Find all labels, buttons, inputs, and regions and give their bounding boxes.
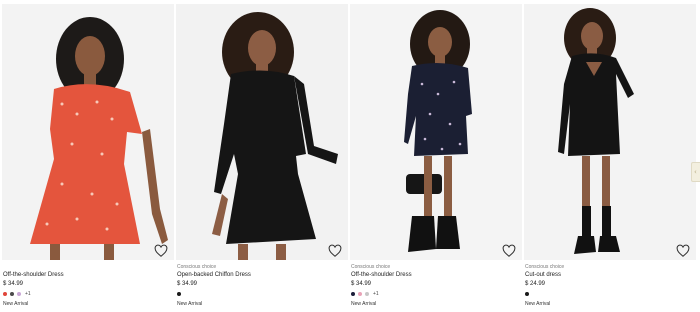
product-info: Conscious choice Cut-out dress $ 24.99 N… — [525, 264, 695, 308]
color-swatch[interactable] — [365, 292, 369, 296]
product-info: Conscious choice Open-backed Chiffon Dre… — [177, 264, 347, 308]
color-swatch[interactable] — [3, 292, 7, 296]
product-image[interactable] — [176, 4, 348, 260]
conscious-choice-tag: Conscious choice — [351, 264, 391, 270]
product-name[interactable]: Open-backed Chiffon Dress — [177, 271, 347, 279]
color-swatch[interactable] — [351, 292, 355, 296]
product-image[interactable] — [2, 4, 174, 260]
product-image[interactable] — [524, 4, 696, 260]
side-scroll-tab[interactable]: ‹ — [691, 162, 700, 182]
product-price: $ 34.99 — [351, 281, 372, 287]
product-name[interactable]: Off-the-shoulder Dress — [351, 271, 521, 279]
color-swatches — [525, 290, 695, 298]
product-info: Conscious choice Off-the-shoulder Dress … — [351, 264, 521, 308]
conscious-choice-tag: Conscious choice — [177, 264, 217, 270]
new-arrival-badge: New Arrival — [525, 301, 551, 307]
color-swatch[interactable] — [10, 292, 14, 296]
product-image[interactable] — [350, 4, 522, 260]
product-price: $ 34.99 — [3, 281, 24, 287]
favorite-heart-icon[interactable] — [328, 244, 342, 258]
color-swatch[interactable] — [358, 292, 362, 296]
color-swatch[interactable] — [177, 292, 181, 296]
color-swatch[interactable] — [525, 292, 529, 296]
color-swatches — [177, 290, 347, 298]
more-colors-count[interactable]: +1 — [373, 291, 379, 297]
product-name[interactable]: Off-the-shoulder Dress — [3, 271, 173, 279]
favorite-heart-icon[interactable] — [154, 244, 168, 258]
product-price: $ 34.99 — [177, 281, 198, 287]
color-swatches: +1 — [3, 290, 173, 298]
conscious-choice-tag: Conscious choice — [525, 264, 565, 270]
product-card[interactable]: Conscious choice Cut-out dress $ 24.99 N… — [524, 4, 696, 310]
color-swatches: +1 — [351, 290, 521, 298]
new-arrival-badge: New Arrival — [177, 301, 203, 307]
more-colors-count[interactable]: +1 — [25, 291, 31, 297]
product-info: Off-the-shoulder Dress $ 34.99 +1 New Ar… — [3, 264, 173, 308]
product-name[interactable]: Cut-out dress — [525, 271, 695, 279]
chevron-left-icon: ‹ — [694, 168, 697, 176]
new-arrival-badge: New Arrival — [3, 301, 29, 307]
product-grid: Off-the-shoulder Dress $ 34.99 +1 New Ar… — [0, 0, 700, 312]
product-card[interactable]: Conscious choice Open-backed Chiffon Dre… — [176, 4, 348, 310]
product-price: $ 24.99 — [525, 281, 546, 287]
new-arrival-badge: New Arrival — [351, 301, 377, 307]
product-card[interactable]: Off-the-shoulder Dress $ 34.99 +1 New Ar… — [2, 4, 174, 310]
color-swatch[interactable] — [17, 292, 21, 296]
favorite-heart-icon[interactable] — [676, 244, 690, 258]
conscious-choice-tag — [3, 264, 173, 271]
favorite-heart-icon[interactable] — [502, 244, 516, 258]
product-card[interactable]: Conscious choice Off-the-shoulder Dress … — [350, 4, 522, 310]
